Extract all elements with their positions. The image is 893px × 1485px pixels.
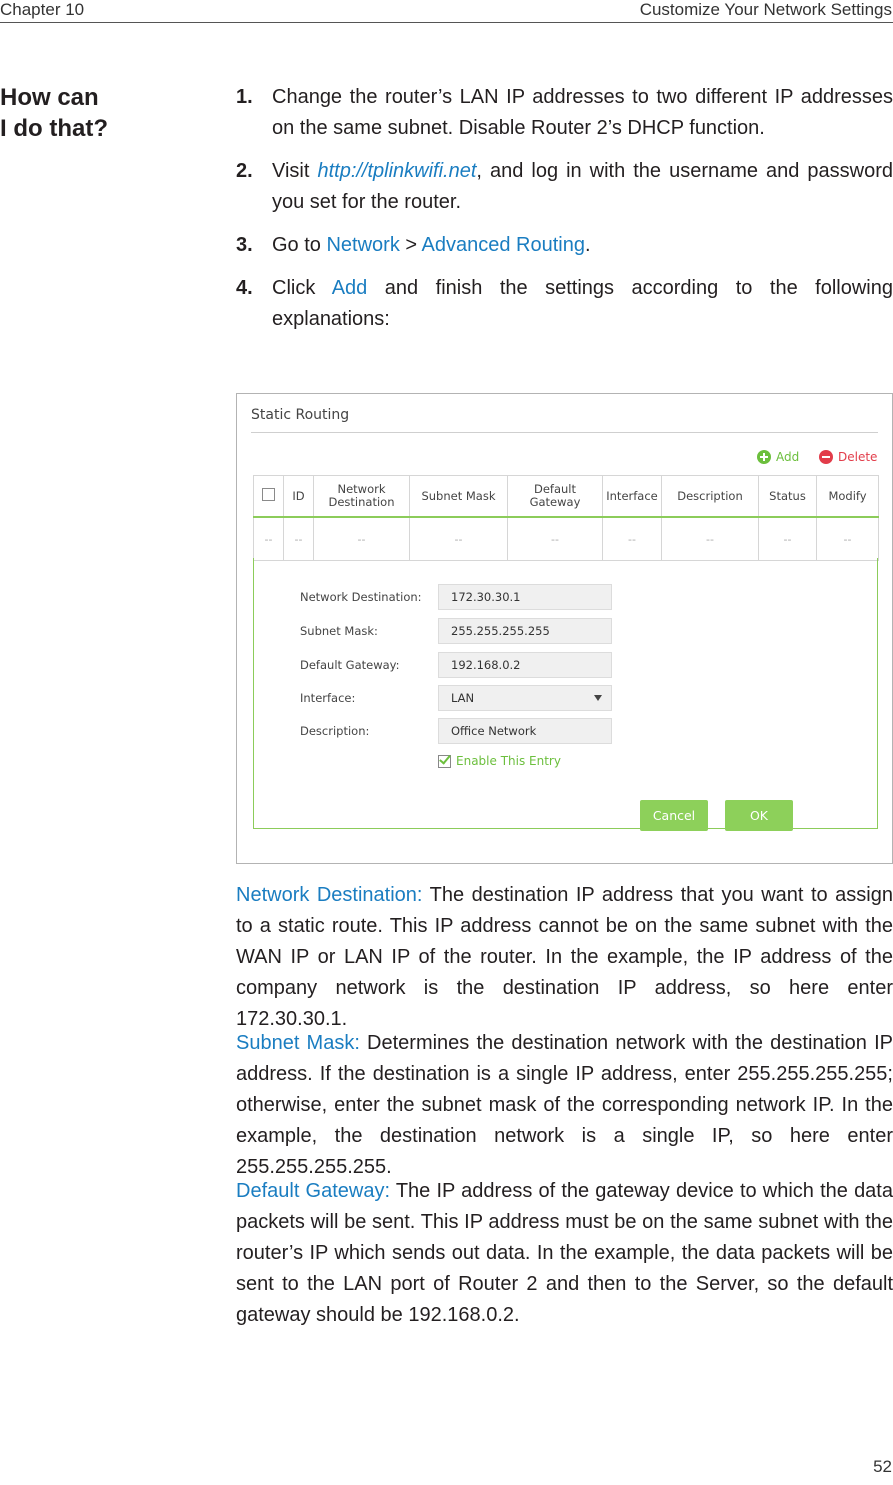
col-default-gateway: Default Gateway xyxy=(507,475,603,518)
page-header: Chapter 10 Customize Your Network Settin… xyxy=(0,0,893,23)
delete-button[interactable]: Delete xyxy=(819,450,877,464)
dropdown-arrow-icon xyxy=(594,695,602,701)
cell: -- xyxy=(661,516,759,561)
form-row-interface: Interface: LAN xyxy=(300,684,612,712)
cell: -- xyxy=(313,516,410,561)
col-modify: Modify xyxy=(816,475,879,518)
default-gateway-label: Default Gateway: xyxy=(300,658,400,672)
form-row-subnet-mask: Subnet Mask: 255.255.255.255 xyxy=(300,617,612,645)
add-button[interactable]: Add xyxy=(757,450,799,464)
description-label: Description: xyxy=(300,724,370,738)
side-heading-line2: I do that? xyxy=(0,115,108,142)
steps-list: 1. Change the router’s LAN IP addresses … xyxy=(236,82,893,347)
panel-title: Static Routing xyxy=(251,407,350,423)
col-interface: Interface xyxy=(602,475,662,518)
form-row-network-destination: Network Destination: 172.30.30.1 xyxy=(300,583,612,611)
explanation-subnet-mask: Subnet Mask: Determines the destination … xyxy=(236,1028,893,1183)
table-row: -- -- -- -- -- -- -- -- -- xyxy=(253,516,879,561)
advanced-routing-link: Advanced Routing xyxy=(421,234,585,256)
col-description: Description xyxy=(661,475,759,518)
side-heading: How can I do that? xyxy=(0,82,130,144)
divider xyxy=(251,432,878,433)
enable-entry-checkbox[interactable]: Enable This Entry xyxy=(438,754,561,768)
side-heading-line1: How can xyxy=(0,84,99,111)
term-label: Subnet Mask: xyxy=(236,1032,360,1054)
col-status: Status xyxy=(758,475,817,518)
table-header-row: ID Network Destination Subnet Mask Defau… xyxy=(253,475,879,518)
step-text: Change the router’s LAN IP addresses to … xyxy=(272,86,893,139)
select-all-checkbox[interactable] xyxy=(262,488,275,501)
col-network-destination: Network Destination xyxy=(313,475,410,518)
term-label: Default Gateway: xyxy=(236,1180,391,1202)
plus-circle-icon xyxy=(757,450,771,464)
add-label: Add xyxy=(776,450,800,464)
step-4: 4. Click Add and finish the settings acc… xyxy=(236,273,893,335)
step-text-pre: Click xyxy=(272,277,332,299)
form-row-default-gateway: Default Gateway: 192.168.0.2 xyxy=(300,651,612,679)
interface-value: LAN xyxy=(451,691,475,705)
ok-button[interactable]: OK xyxy=(725,800,793,831)
interface-select[interactable]: LAN xyxy=(438,685,612,711)
subnet-mask-input[interactable]: 255.255.255.255 xyxy=(438,618,612,644)
static-routing-screenshot: Static Routing Add Delete ID Network Des… xyxy=(236,393,893,864)
cell: -- xyxy=(253,516,284,561)
step-text-pre: Go to xyxy=(272,234,327,256)
breadcrumb-separator: > xyxy=(399,234,422,256)
col-subnet-mask: Subnet Mask xyxy=(409,475,508,518)
add-route-form: Network Destination: 172.30.30.1 Subnet … xyxy=(253,558,878,831)
cancel-button[interactable]: Cancel xyxy=(640,800,708,831)
network-menu-link: Network xyxy=(326,234,400,256)
col-select-all[interactable] xyxy=(253,475,284,518)
step-number: 3. xyxy=(236,234,253,256)
step-text-pre: Visit xyxy=(272,160,318,182)
explanation-network-destination: Network Destination: The destination IP … xyxy=(236,880,893,1035)
explanation-default-gateway: Default Gateway: The IP address of the g… xyxy=(236,1176,893,1331)
minus-circle-icon xyxy=(819,450,833,464)
subnet-mask-label: Subnet Mask: xyxy=(300,624,378,638)
tplinkwifi-link[interactable]: http://tplinkwifi.net xyxy=(317,160,476,182)
step-number: 2. xyxy=(236,160,253,182)
page-number: 52 xyxy=(873,1457,892,1476)
step-1: 1. Change the router’s LAN IP addresses … xyxy=(236,82,893,144)
cell: -- xyxy=(816,516,879,561)
cell: -- xyxy=(602,516,662,561)
col-id: ID xyxy=(283,475,314,518)
cell: -- xyxy=(507,516,603,561)
step-number: 4. xyxy=(236,277,253,299)
step-3: 3. Go to Network > Advanced Routing. xyxy=(236,230,893,261)
network-destination-label: Network Destination: xyxy=(300,590,422,604)
step-text-post: . xyxy=(585,234,591,256)
delete-label: Delete xyxy=(838,450,878,464)
default-gateway-input[interactable]: 192.168.0.2 xyxy=(438,652,612,678)
add-reference: Add xyxy=(331,277,368,299)
cell: -- xyxy=(758,516,817,561)
chapter-label: Chapter 10 xyxy=(0,0,85,19)
enable-entry-label: Enable This Entry xyxy=(456,754,561,768)
interface-label: Interface: xyxy=(300,691,356,705)
step-number: 1. xyxy=(236,86,253,108)
routes-table: ID Network Destination Subnet Mask Defau… xyxy=(253,475,879,561)
cell: -- xyxy=(283,516,314,561)
section-title: Customize Your Network Settings xyxy=(639,0,892,19)
form-row-description: Description: Office Network xyxy=(300,717,612,745)
cell: -- xyxy=(409,516,508,561)
step-2: 2. Visit http://tplinkwifi.net, and log … xyxy=(236,156,893,218)
network-destination-input[interactable]: 172.30.30.1 xyxy=(438,584,612,610)
description-input[interactable]: Office Network xyxy=(438,718,612,744)
checkmark-icon xyxy=(438,754,451,768)
term-label: Network Destination: xyxy=(236,884,423,906)
